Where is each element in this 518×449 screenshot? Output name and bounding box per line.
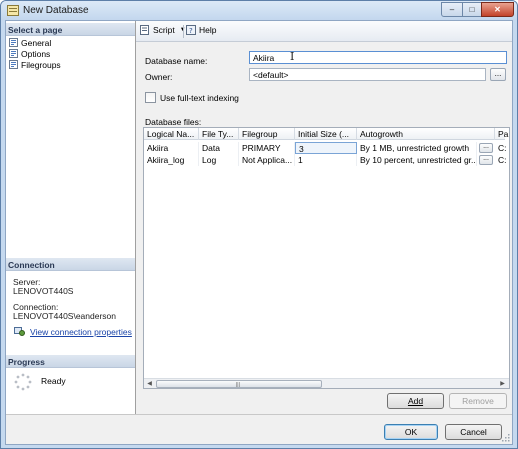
database-name-label: Database name: [145, 56, 208, 66]
close-button[interactable]: ✕ [481, 2, 514, 17]
fulltext-indexing-checkbox[interactable] [145, 92, 156, 103]
owner-browse-button[interactable]: ... [490, 68, 506, 81]
ok-button[interactable]: OK [384, 424, 438, 440]
column-header-initial-size[interactable]: Initial Size (... [295, 128, 357, 140]
toolbar: Script ▼ ? Help [136, 21, 512, 42]
cell-initial-size[interactable]: 3 [295, 142, 357, 154]
connection-value: LENOVOT440S\eanderson [13, 311, 117, 321]
cell-file-type[interactable]: Data [199, 142, 239, 154]
autogrowth-browse-button[interactable]: ... [479, 155, 493, 165]
column-header-autogrowth[interactable]: Autogrowth [357, 128, 495, 140]
page-label-options: Options [21, 48, 51, 59]
add-button[interactable]: Add [387, 393, 444, 409]
fulltext-indexing-label: Use full-text indexing [160, 93, 239, 103]
view-connection-properties-link[interactable]: View connection properties [30, 327, 132, 337]
cell-autogrowth[interactable]: By 1 MB, unrestricted growth [357, 142, 477, 154]
owner-label: Owner: [145, 72, 173, 82]
progress-spinner-icon [14, 373, 32, 391]
svg-text:?: ? [189, 27, 193, 35]
select-page-header: Select a page [6, 23, 135, 36]
scroll-thumb[interactable]: ||| [156, 380, 322, 388]
options-page-icon [9, 49, 18, 58]
general-page-icon [9, 38, 18, 47]
resize-grip-icon[interactable] [501, 433, 510, 442]
remove-button[interactable]: Remove [449, 393, 507, 409]
connection-header: Connection [6, 258, 135, 271]
minimize-button[interactable]: – [441, 2, 463, 17]
cell-path[interactable]: C: [495, 154, 509, 166]
filegroups-page-icon [9, 60, 18, 69]
help-icon: ? [186, 25, 196, 35]
new-database-window: New Database – □ ✕ Select a page General [0, 0, 518, 449]
cell-logical-name[interactable]: Akiira [144, 142, 199, 154]
scroll-grip-icon: ||| [236, 382, 240, 388]
dialog-button-bar: OK Cancel [6, 414, 512, 444]
grid-header: Logical Na... File Ty... Filegroup Initi… [144, 128, 508, 140]
toolbar-separator [183, 25, 184, 38]
column-header-logical-name[interactable]: Logical Na... [144, 128, 199, 140]
owner-input[interactable]: <default> [249, 68, 486, 81]
page-label-filegroups: Filegroups [21, 59, 61, 70]
horizontal-scrollbar[interactable]: ◀ ||| ▶ [144, 378, 509, 388]
script-button[interactable]: Script ▼ [140, 25, 186, 35]
window-title: New Database [23, 5, 89, 16]
cell-autogrowth[interactable]: By 10 percent, unrestricted gr... [357, 154, 477, 166]
table-row[interactable]: Akiira Data PRIMARY 3 By 1 MB, unrestric… [144, 142, 507, 154]
column-header-file-type[interactable]: File Ty... [199, 128, 239, 140]
page-item-options[interactable]: Options [9, 48, 50, 59]
cell-path[interactable]: C: [495, 142, 509, 154]
autogrowth-browse-button[interactable]: ... [479, 143, 493, 153]
text-cursor-icon: I [290, 50, 295, 63]
page-item-general[interactable]: General [9, 37, 51, 48]
help-label: Help [199, 25, 217, 35]
page-item-filegroups[interactable]: Filegroups [9, 59, 61, 70]
cell-filegroup[interactable]: Not Applica... [239, 154, 295, 166]
table-row[interactable]: Akiira_log Log Not Applica... 1 By 10 pe… [144, 154, 507, 166]
server-value: LENOVOT440S [13, 286, 74, 296]
cell-logical-name[interactable]: Akiira_log [144, 154, 199, 166]
scroll-left-icon[interactable]: ◀ [145, 380, 154, 388]
database-name-input[interactable]: Akiira [249, 51, 507, 64]
add-button-label: Add [407, 396, 424, 406]
cell-initial-size[interactable]: 1 [295, 154, 357, 166]
left-pane: Select a page General Options Filegroups… [6, 21, 136, 414]
page-label-general: General [21, 37, 52, 48]
column-header-path[interactable]: Pa [495, 128, 509, 140]
progress-header: Progress [6, 355, 135, 368]
script-label: Script [153, 25, 175, 35]
cell-filegroup[interactable]: PRIMARY [239, 142, 295, 154]
connection-properties-icon [14, 327, 25, 336]
title-bar[interactable]: New Database – □ ✕ [1, 1, 517, 20]
maximize-button[interactable]: □ [462, 2, 482, 17]
database-icon [7, 5, 19, 16]
script-icon [140, 25, 149, 35]
column-header-filegroup[interactable]: Filegroup [239, 128, 295, 140]
progress-status: Ready [41, 376, 66, 386]
cancel-button[interactable]: Cancel [445, 424, 502, 440]
dialog-client-area: Select a page General Options Filegroups… [5, 20, 513, 445]
database-files-grid: Logical Na... File Ty... Filegroup Initi… [143, 127, 510, 389]
help-button[interactable]: ? Help [186, 25, 216, 35]
database-files-label: Database files: [145, 117, 202, 127]
cell-file-type[interactable]: Log [199, 154, 239, 166]
scroll-right-icon[interactable]: ▶ [498, 380, 507, 388]
